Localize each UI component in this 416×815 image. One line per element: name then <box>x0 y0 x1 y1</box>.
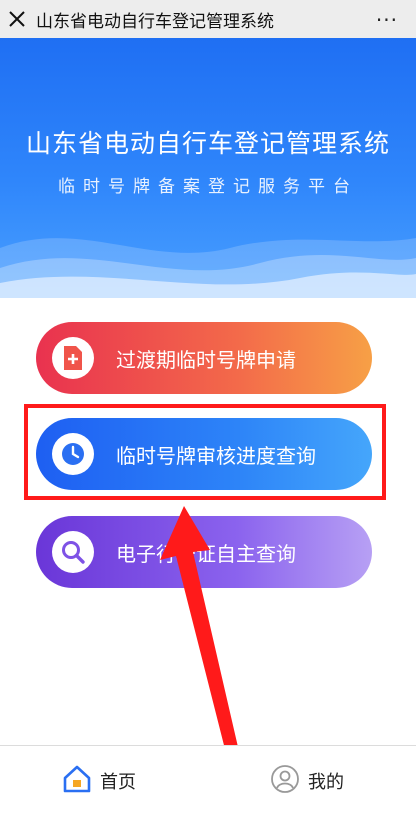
nav-mine-label: 我的 <box>308 772 344 793</box>
wave-decoration <box>0 238 416 298</box>
home-icon <box>62 764 92 798</box>
nav-home-label: 首页 <box>100 772 136 793</box>
bottom-navigation: 首页 我的 <box>0 745 416 815</box>
e-license-query-button[interactable]: 电子行驶证自主查询 <box>36 516 372 588</box>
highlight-box <box>24 404 386 500</box>
search-icon <box>52 531 94 573</box>
document-plus-icon <box>52 337 94 379</box>
banner-title: 山东省电动自行车登记管理系统 <box>25 129 390 158</box>
banner-subtitle: 临时号牌备案登记服务平台 <box>58 177 358 197</box>
nav-mine[interactable]: 我的 <box>270 764 344 798</box>
more-menu-icon[interactable]: ··· <box>376 8 398 32</box>
action-label-apply: 过渡期临时号牌申请 <box>116 347 296 372</box>
user-icon <box>270 764 300 798</box>
close-icon[interactable] <box>2 0 32 38</box>
window-title: 山东省电动自行车登记管理系统 <box>36 11 274 32</box>
temporary-plate-apply-button[interactable]: 过渡期临时号牌申请 <box>36 322 372 394</box>
header-banner: 山东省电动自行车登记管理系统 临时号牌备案登记服务平台 <box>0 38 416 298</box>
top-bar: 山东省电动自行车登记管理系统 ··· <box>0 0 416 38</box>
action-label-license: 电子行驶证自主查询 <box>116 541 296 566</box>
nav-home[interactable]: 首页 <box>62 764 136 798</box>
